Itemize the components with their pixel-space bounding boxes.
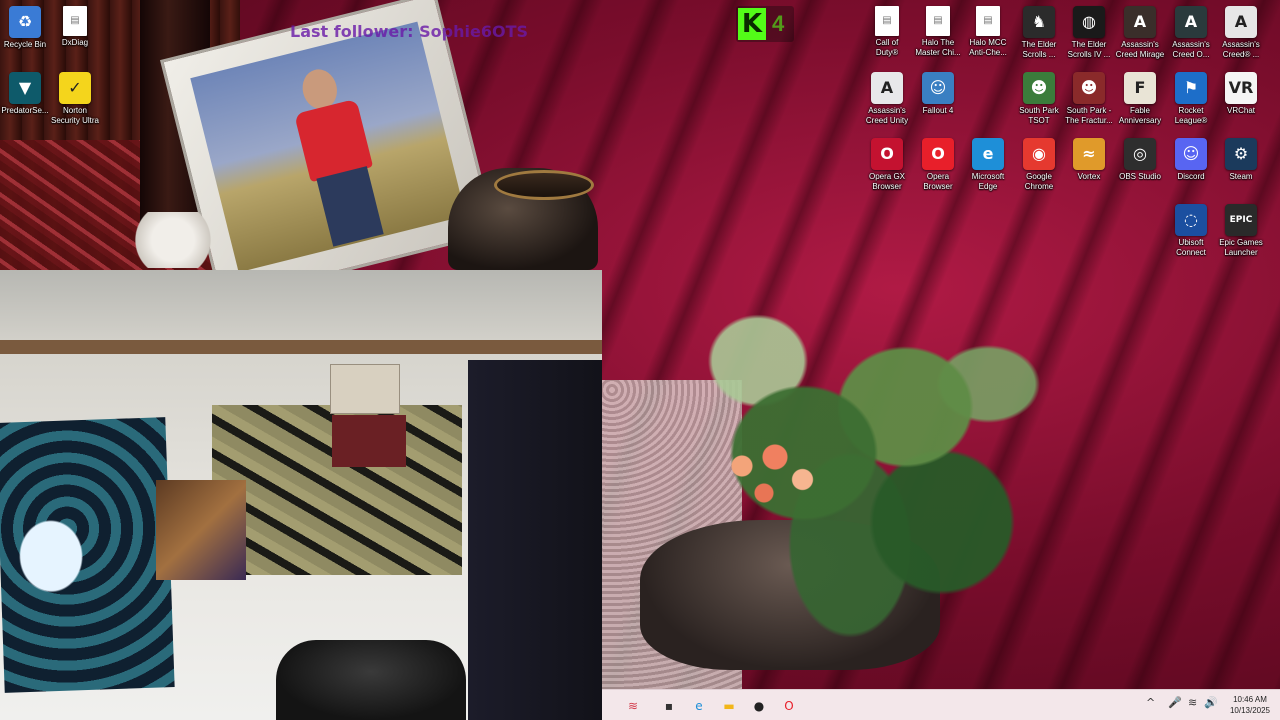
system-clock[interactable]: 10:46 AM 10/13/2025 — [1230, 694, 1270, 716]
desktop-shortcut[interactable]: ⚑ Rocket League® — [1166, 72, 1216, 138]
kick-viewer-badge: K 4 — [736, 6, 794, 42]
desktop-shortcut[interactable]: ♞ The Elder Scrolls ... — [1014, 6, 1064, 72]
opera-icon: O — [922, 138, 954, 170]
webcam-doorway — [468, 360, 602, 720]
desktop-shortcut[interactable]: A Assassin's Creed Unity — [862, 72, 912, 138]
microphone-icon[interactable]: 🎤 — [1168, 697, 1182, 708]
recycle-bin-icon: ♻ — [9, 6, 41, 38]
taskbar-edge-icon[interactable]: e — [688, 695, 710, 717]
volume-icon[interactable]: 🔊 — [1204, 697, 1218, 708]
kick-logo-icon: K — [738, 8, 766, 40]
kick-viewer-count: 4 — [772, 11, 785, 36]
vortex-icon: ≈ — [1073, 138, 1105, 170]
desktop-shortcut-label: VRChat — [1226, 106, 1255, 115]
desktop-shortcut[interactable]: VR VRChat — [1216, 72, 1266, 138]
desktop-shortcut-label: DxDiag — [61, 38, 89, 47]
tray-overflow-chevron-icon[interactable]: ^ — [1146, 697, 1155, 708]
ubisoft-icon: ◌ — [1175, 204, 1207, 236]
taskbar-widgets-icon[interactable]: ≋ — [622, 695, 644, 717]
desktop-shortcut[interactable]: A Assassin's Creed Mirage — [1115, 6, 1165, 72]
desktop-shortcut[interactable]: ⚙ Steam — [1216, 138, 1266, 204]
assassins-creed-icon: A — [1175, 6, 1207, 38]
clock-date: 10/13/2025 — [1229, 706, 1270, 715]
last-follower-text: Last follower: Sophie6OTS — [290, 22, 529, 41]
desktop-shortcut[interactable]: ▤ Halo MCC Anti-Che... — [963, 6, 1013, 72]
desktop-shortcut[interactable]: ▼ PredatorSe... — [0, 72, 50, 138]
taskbar: ≋ ▪ e ▬ ● O ^ 🎤 ≋ 🔊 10:46 AM 10/13/2025 — [602, 689, 1280, 720]
taskbar-opera-icon[interactable]: O — [778, 695, 800, 717]
desktop-shortcut[interactable]: F Fable Anniversary — [1115, 72, 1165, 138]
desktop-shortcut[interactable]: ☺ Discord — [1166, 138, 1216, 204]
taskbar-task-view-icon[interactable]: ▪ — [658, 695, 680, 717]
desktop-shortcut[interactable]: ▤ Call of Duty® — [862, 6, 912, 72]
desktop-shortcut[interactable]: ☻ South Park TSOT — [1014, 72, 1064, 138]
document-icon: ▤ — [926, 6, 950, 36]
webcam-bag — [156, 480, 246, 580]
chrome-icon: ◉ — [1023, 138, 1055, 170]
assassins-creed-icon: A — [1124, 6, 1156, 38]
webcam-wall-sign — [330, 364, 400, 414]
south-park-icon: ☻ — [1073, 72, 1105, 104]
desktop-shortcut[interactable]: ◎ OBS Studio — [1115, 138, 1165, 204]
assassins-creed-icon: A — [871, 72, 903, 104]
webcam-tapestry-left — [0, 417, 175, 693]
desktop-shortcut[interactable]: ✓ Norton Security Ultra — [50, 72, 100, 138]
discord-icon: ☺ — [1175, 138, 1207, 170]
fallout-icon: ☺ — [922, 72, 954, 104]
wallpaper-flowers — [720, 430, 830, 520]
oblivion-icon: ◍ — [1073, 6, 1105, 38]
assassins-creed-icon: A — [1225, 6, 1257, 38]
desktop-shortcut[interactable]: O Opera GX Browser — [862, 138, 912, 204]
desktop-shortcut[interactable]: ≈ Vortex — [1064, 138, 1114, 204]
desktop-shortcut[interactable]: ☻ South Park - The Fractur... — [1064, 72, 1114, 138]
wallpaper-doily — [128, 212, 218, 268]
predator-sense-icon: ▼ — [9, 72, 41, 104]
fable-icon: F — [1124, 72, 1156, 104]
desktop-shortcut-label: Steam — [1229, 172, 1253, 181]
desktop-shortcut[interactable]: ☺ Fallout 4 — [913, 72, 963, 138]
wifi-icon[interactable]: ≋ — [1188, 697, 1197, 708]
desktop-shortcut[interactable]: EPIC Epic Games Launcher — [1216, 204, 1266, 270]
elder-scrolls-icon: ♞ — [1023, 6, 1055, 38]
document-icon: ▤ — [63, 6, 87, 36]
wallpaper-plant — [620, 200, 1080, 660]
wallpaper-photo — [190, 21, 466, 273]
webcam-feed — [0, 270, 602, 720]
taskbar-file-explorer-icon[interactable]: ▬ — [718, 695, 740, 717]
desktop-shortcut[interactable]: e Microsoft Edge — [963, 138, 1013, 204]
photo-person-legs — [316, 166, 384, 247]
desktop-shortcut[interactable]: ◍ The Elder Scrolls IV ... — [1064, 6, 1114, 72]
norton-icon: ✓ — [59, 72, 91, 104]
desktop-shortcut[interactable]: A Assassin's Creed O... — [1166, 6, 1216, 72]
wallpaper-urn-lid — [494, 170, 594, 200]
desktop-shortcut[interactable]: ▤ DxDiag — [50, 6, 100, 72]
rocket-league-icon: ⚑ — [1175, 72, 1207, 104]
webcam-ceiling-trim — [0, 340, 602, 354]
edge-icon: e — [972, 138, 1004, 170]
desktop-shortcut[interactable]: O Opera Browser — [913, 138, 963, 204]
desktop-shortcut[interactable]: ◉ Google Chrome — [1014, 138, 1064, 204]
clock-time: 10:46 AM — [1233, 695, 1267, 704]
desktop-shortcut-label: Norton Security Ultra — [50, 106, 99, 125]
south-park-icon: ☻ — [1023, 72, 1055, 104]
desktop-shortcut[interactable]: ◌ Ubisoft Connect — [1166, 204, 1216, 270]
epic-games-icon: EPIC — [1225, 204, 1257, 236]
document-icon: ▤ — [875, 6, 899, 36]
desktop-shortcut-label: Epic Games Launcher — [1219, 238, 1263, 257]
desktop-shortcut-label: Assassin's Creed® ... — [1222, 40, 1260, 59]
opera-gx-icon: O — [871, 138, 903, 170]
webcam-chair — [276, 640, 466, 720]
document-icon: ▤ — [976, 6, 1000, 36]
webcam-wall-box — [332, 415, 406, 467]
steam-icon: ⚙ — [1225, 138, 1257, 170]
desktop-shortcut[interactable]: A Assassin's Creed® ... — [1216, 6, 1266, 72]
vrchat-icon: VR — [1225, 72, 1257, 104]
obs-icon: ◎ — [1124, 138, 1156, 170]
taskbar-app-icon[interactable]: ● — [748, 695, 770, 717]
desktop-shortcut-label: Fallout 4 — [922, 106, 954, 115]
